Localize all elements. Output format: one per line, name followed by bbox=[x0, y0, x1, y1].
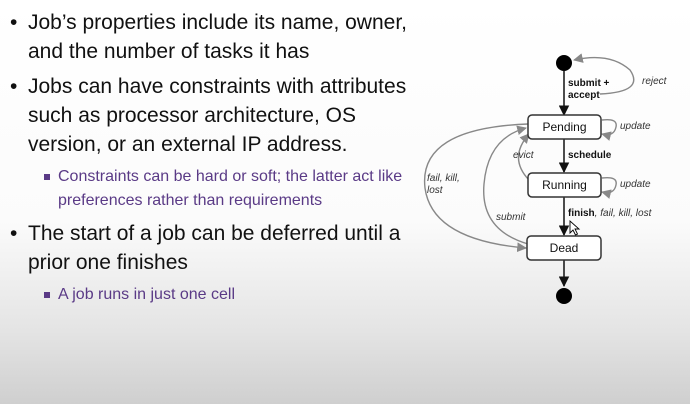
label-finish: finish bbox=[568, 208, 595, 219]
bullet-job-constraints: • Jobs can have constraints with attribu… bbox=[8, 72, 408, 159]
subbullet-one-cell: A job runs in just one cell bbox=[8, 283, 408, 307]
label-lost: lost bbox=[427, 185, 444, 196]
loop-update-running bbox=[601, 176, 617, 199]
subbullet-hard-soft: Constraints can be hard or soft; the lat… bbox=[8, 165, 408, 213]
square-bullet-icon bbox=[44, 174, 50, 180]
end-node bbox=[556, 288, 572, 304]
state-running-label: Running bbox=[542, 178, 587, 192]
subbullet-text: A job runs in just one cell bbox=[58, 286, 235, 303]
label-submit-plus: submit + bbox=[568, 78, 610, 89]
label-update-pending: update bbox=[620, 121, 651, 132]
label-evict: evict bbox=[513, 150, 535, 161]
loop-update-pending bbox=[601, 118, 617, 141]
job-state-diagram: Pending Running Dead submit + accept rej… bbox=[423, 53, 668, 304]
bullet-dot: • bbox=[10, 11, 18, 34]
bullet-text: The start of a job can be deferred until… bbox=[28, 222, 401, 274]
label-update-running: update bbox=[620, 179, 651, 190]
bullet-dot: • bbox=[10, 222, 18, 245]
label-accept: accept bbox=[568, 90, 600, 101]
bullet-job-properties: • Job’s properties include its name, own… bbox=[8, 8, 408, 66]
bullet-text: Jobs can have constraints with attribute… bbox=[28, 75, 407, 156]
bullet-list: • Job’s properties include its name, own… bbox=[8, 8, 408, 313]
mouse-cursor-icon bbox=[569, 219, 581, 236]
state-dead-label: Dead bbox=[550, 241, 579, 255]
label-fail-kill: fail, kill, bbox=[427, 173, 460, 184]
subbullet-text: Constraints can be hard or soft; the lat… bbox=[58, 168, 403, 209]
label-schedule: schedule bbox=[568, 150, 612, 161]
square-bullet-icon bbox=[44, 292, 50, 298]
bullet-dot: • bbox=[10, 75, 18, 98]
label-finish-group: finish, fail, kill, lost bbox=[568, 208, 653, 219]
label-finish-rest: , fail, kill, lost bbox=[595, 208, 653, 219]
start-node bbox=[556, 55, 572, 71]
label-submit: submit bbox=[496, 212, 527, 223]
label-reject: reject bbox=[642, 76, 668, 87]
state-pending-label: Pending bbox=[542, 120, 586, 134]
bullet-deferred-start: • The start of a job can be deferred unt… bbox=[8, 219, 408, 277]
bullet-text: Job’s properties include its name, owner… bbox=[28, 11, 407, 63]
